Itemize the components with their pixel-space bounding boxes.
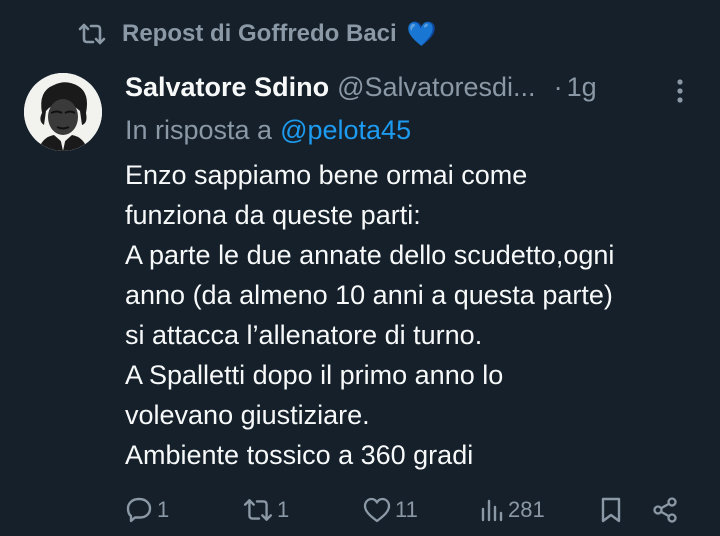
share-button[interactable] xyxy=(651,490,679,530)
tweet-text-line: Enzo sappiamo bene ormai come xyxy=(125,160,528,190)
reply-context: In risposta a @pelota45 xyxy=(125,110,411,150)
like-count: 11 xyxy=(395,497,418,522)
reply-icon xyxy=(125,496,153,524)
author-handle[interactable]: @Salvatoresdi... xyxy=(337,72,536,103)
share-icon xyxy=(651,496,679,524)
blue-heart-icon: 💙 xyxy=(406,20,437,48)
tweet-text-line: volevano giustiziare. xyxy=(125,400,370,430)
tweet-text-line: A parte le due annate dello scudetto,ogn… xyxy=(125,240,615,270)
bookmark-button[interactable] xyxy=(599,490,623,530)
reply-count: 1 xyxy=(157,497,170,522)
reply-mention-link[interactable]: @pelota45 xyxy=(280,115,411,146)
views-icon xyxy=(480,497,504,523)
repost-icon xyxy=(243,497,273,523)
author-name[interactable]: Salvatore Sdino xyxy=(125,72,329,103)
bookmark-icon xyxy=(599,496,623,524)
tweet-text-line: anno (da almeno 10 anni a questa parte) xyxy=(125,280,613,310)
tweet-text-line: A Spalletti dopo il primo anno lo xyxy=(125,360,504,390)
views-count: 281 xyxy=(508,497,545,522)
tweet-text: Enzo sappiamo bene ormai come funziona d… xyxy=(125,155,705,475)
tweet-text-line: Ambiente tossico a 360 gradi xyxy=(125,440,474,470)
repost-header[interactable]: Repost di Goffredo Baci 💙 xyxy=(78,16,437,52)
more-icon[interactable] xyxy=(676,78,684,109)
repost-button[interactable]: 1 xyxy=(243,490,289,530)
action-bar: 1 1 11 281 xyxy=(125,490,695,530)
repost-count: 1 xyxy=(277,497,290,522)
repost-label: Repost di Goffredo Baci xyxy=(122,20,397,47)
tweet-text-line: funziona da queste parti: xyxy=(125,200,421,230)
avatar[interactable] xyxy=(24,73,102,151)
reply-prefix: In risposta a xyxy=(125,114,273,145)
like-icon xyxy=(363,497,391,523)
separator-dot: · xyxy=(553,71,563,102)
like-button[interactable]: 11 xyxy=(363,490,418,530)
tweet-header: Salvatore Sdino @Salvatoresdi... · 1g xyxy=(125,67,700,107)
reply-button[interactable]: 1 xyxy=(125,490,169,530)
timestamp[interactable]: 1g xyxy=(567,72,597,103)
repost-icon xyxy=(78,22,106,46)
views-button[interactable]: 281 xyxy=(480,490,545,530)
tweet-text-line: si attacca l’allenatore di turno. xyxy=(125,320,483,350)
